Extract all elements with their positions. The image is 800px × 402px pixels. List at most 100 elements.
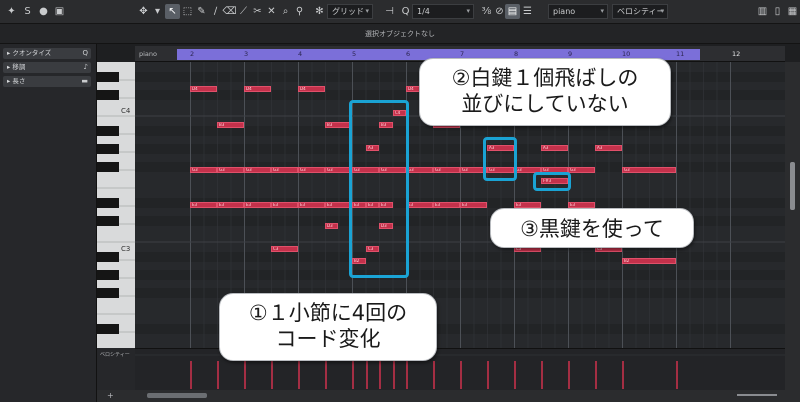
midi-note[interactable]: B3 — [325, 122, 352, 128]
zoom-tool-icon[interactable]: ⌕ — [278, 4, 293, 19]
track-value: piano — [553, 7, 576, 16]
midi-note[interactable]: G3 — [433, 167, 460, 173]
quantize-icon: Q — [82, 49, 88, 57]
toolbar: ✦ S ● ▣ ✥ ▾ ↖ ⬚ ✎ ∕ ⌫ ⟋ ✂ ✕ ⌕ ⚲ ✻ グリッド ▾… — [0, 0, 800, 24]
midi-note[interactable]: E3 — [406, 202, 433, 208]
midi-note[interactable]: G3 — [271, 167, 298, 173]
lines-icon[interactable]: ☰ — [520, 4, 535, 19]
midi-note[interactable]: D3 — [325, 223, 338, 229]
midi-note[interactable]: D4 — [298, 86, 325, 92]
controller-select[interactable]: ベロシティー ▾ — [612, 4, 668, 19]
object-select-icon[interactable]: ⬚ — [180, 4, 195, 19]
midi-note[interactable]: G3 — [244, 167, 271, 173]
inspector-transpose[interactable]: ▸ 移調 ♪ — [3, 62, 91, 73]
bar-number: 12 — [732, 50, 741, 58]
snap-type-value: グリッド — [332, 7, 364, 16]
midi-note[interactable]: A3 — [541, 145, 568, 151]
callout-skip-white-keys: ②白鍵１個飛ばしの 並びにしていない — [419, 58, 671, 126]
arrow-tool-icon[interactable]: ↖ — [165, 4, 180, 19]
chevron-down-icon: ▾ — [466, 7, 470, 15]
scroll-thumb[interactable] — [790, 162, 795, 210]
vertical-scrollbar[interactable] — [785, 62, 800, 390]
bar-number: 5 — [352, 50, 357, 58]
status-bar: 選択オブジェクトなし — [0, 24, 800, 44]
color-icon[interactable]: ▤ — [505, 4, 520, 19]
split-tool-icon[interactable]: ✂ — [250, 4, 265, 19]
solo-icon[interactable]: S — [20, 4, 35, 19]
midi-note[interactable]: G3 — [298, 167, 325, 173]
bar-number: 3 — [244, 50, 249, 58]
pencil-tool-icon[interactable]: ✎ — [194, 4, 209, 19]
bar-number: 7 — [460, 50, 465, 58]
eraser-tool-icon[interactable]: ⌫ — [222, 4, 237, 19]
midi-note[interactable]: G3 — [325, 167, 352, 173]
velocity-lane-label: ベロシティー — [97, 348, 135, 390]
quantize-value: 1/4 — [417, 7, 430, 16]
bar-number: 11 — [676, 50, 685, 58]
callout-chord-changes: ①１小節に4回の コード変化 — [219, 293, 437, 361]
pin-icon[interactable]: ✦ — [4, 4, 19, 19]
status-text: 選択オブジェクトなし — [365, 30, 435, 38]
bar-number: 2 — [190, 50, 195, 58]
midi-note[interactable]: E3 — [298, 202, 325, 208]
midi-note[interactable]: E3 — [217, 202, 244, 208]
horizontal-scrollbar[interactable] — [147, 393, 207, 398]
quantize-icon[interactable]: Q — [398, 4, 413, 19]
midi-note[interactable]: E3 — [271, 202, 298, 208]
midi-note[interactable]: D4 — [190, 86, 217, 92]
midi-note[interactable]: G3 — [217, 167, 244, 173]
tool-icon[interactable]: ▣ — [52, 4, 67, 19]
mute-tool-icon[interactable]: ✕ — [264, 4, 279, 19]
bar-number: 4 — [298, 50, 303, 58]
dropdown-icon[interactable]: ▾ — [150, 4, 165, 19]
length-icon: ▬ — [81, 77, 88, 85]
inspector-quantize-label: クオンタイズ — [12, 49, 52, 57]
window-zone-left-icon[interactable]: ▥ — [755, 4, 770, 19]
key-label-c4: C4 — [121, 107, 131, 115]
callout-line: 並びにしていない — [461, 92, 629, 116]
chevron-down-icon: ▾ — [365, 7, 369, 15]
midi-note[interactable]: E3 — [244, 202, 271, 208]
bar-number: 8 — [514, 50, 519, 58]
add-lane-icon[interactable]: + — [107, 391, 114, 400]
glue-tool-icon[interactable]: ⟋ — [236, 4, 251, 19]
midi-note[interactable]: D4 — [244, 86, 271, 92]
track-select[interactable]: piano ▾ — [548, 4, 608, 19]
bar-number: 10 — [622, 50, 631, 58]
midi-note[interactable]: E3 — [190, 202, 217, 208]
bottom-bar: + — [97, 390, 800, 402]
callout-line: ②白鍵１個飛ばしの — [451, 66, 639, 90]
transpose-icon: ♪ — [83, 63, 88, 71]
piano-keyboard[interactable]: C4 C3 — [97, 62, 135, 348]
midi-note[interactable]: A3 — [595, 145, 622, 151]
settings-icon[interactable]: ▦ — [785, 4, 800, 19]
inspector-transpose-label: 移調 — [12, 63, 26, 71]
inspector-quantize[interactable]: ▸ クオンタイズ Q — [3, 48, 91, 59]
highlight-black-key — [533, 172, 571, 191]
inspector-length[interactable]: ▸ 長さ ▬ — [3, 76, 91, 87]
snap-type-select[interactable]: グリッド ▾ — [327, 4, 373, 19]
midi-note[interactable]: G3 — [622, 167, 676, 173]
window-zone-right-icon[interactable]: ▯ — [770, 4, 785, 19]
move-icon[interactable]: ✥ — [136, 4, 151, 19]
midi-note[interactable]: C3 — [271, 246, 298, 252]
grid-snap-icon[interactable]: ⊣ — [382, 4, 397, 19]
line-tool-icon[interactable]: ∕ — [208, 4, 223, 19]
quantize-select[interactable]: 1/4 ▾ — [412, 4, 474, 19]
midi-note[interactable]: G3 — [568, 167, 595, 173]
snap-icon[interactable]: ✻ — [312, 4, 327, 19]
zoom-slider[interactable] — [737, 394, 777, 396]
record-icon[interactable]: ● — [36, 4, 51, 19]
midi-note[interactable]: B2 — [622, 258, 676, 264]
midi-note[interactable]: G3 — [190, 167, 217, 173]
midi-note[interactable]: G3 — [406, 167, 433, 173]
callout-line: コード変化 — [275, 327, 381, 351]
chevron-down-icon: ▾ — [600, 7, 604, 15]
midi-note[interactable]: E3 — [325, 202, 352, 208]
drumstick-icon[interactable]: ⚲ — [292, 4, 307, 19]
highlight-skipped-white-keys — [483, 137, 517, 181]
midi-note[interactable]: E3 — [460, 202, 487, 208]
midi-note[interactable]: E3 — [433, 202, 460, 208]
midi-note[interactable]: B3 — [217, 122, 244, 128]
controller-value: ベロシティー — [617, 7, 665, 16]
